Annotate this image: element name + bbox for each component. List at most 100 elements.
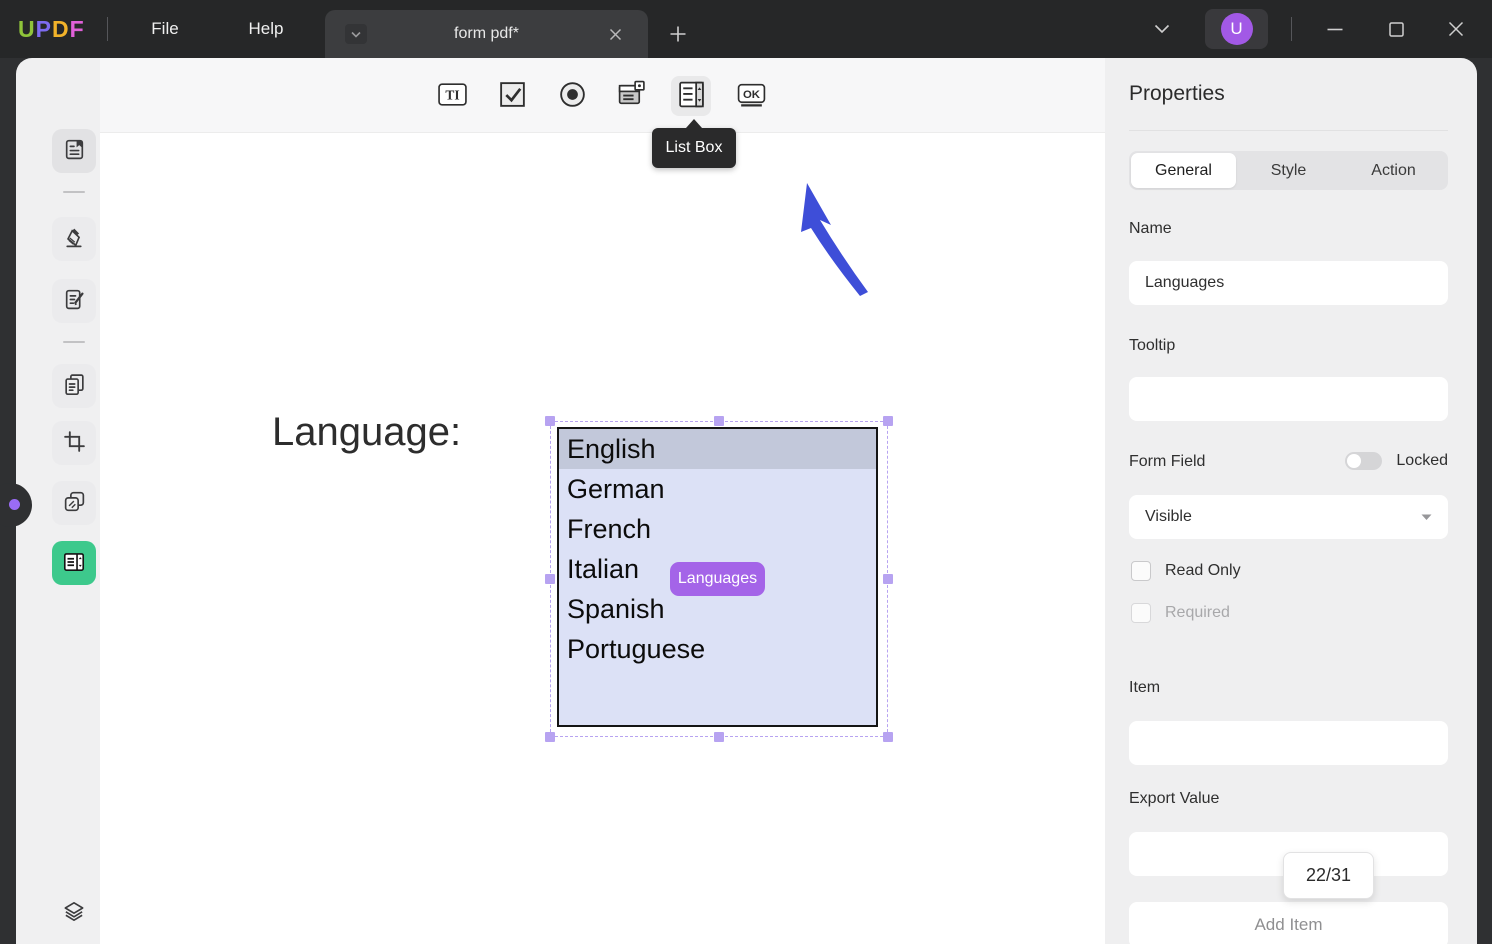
tab-close-icon[interactable]	[606, 25, 624, 43]
maximize-button[interactable]	[1382, 15, 1410, 43]
sidebar-divider	[63, 191, 85, 193]
properties-tabs: GeneralStyleAction	[1129, 151, 1448, 190]
new-tab-button[interactable]	[666, 22, 690, 46]
tab-general[interactable]: General	[1131, 153, 1236, 188]
properties-panel: Properties GeneralStyleAction Name Toolt…	[1105, 58, 1477, 944]
visibility-select[interactable]: Visible	[1129, 495, 1448, 539]
tooltip-input[interactable]	[1129, 377, 1448, 421]
radio-button-icon	[557, 79, 588, 113]
tab-action[interactable]: Action	[1341, 153, 1446, 188]
field-name-badge: Languages	[670, 562, 765, 596]
logo-letter: F	[70, 16, 85, 42]
locked-toggle[interactable]	[1345, 452, 1382, 470]
tooltip-label: Tooltip	[1129, 337, 1175, 355]
resize-handle-sw[interactable]	[545, 732, 555, 742]
avatar: U	[1221, 13, 1253, 45]
tool-text-field[interactable]: TI	[432, 76, 472, 116]
locked-toggle-knob	[1347, 454, 1361, 468]
reader-icon	[62, 137, 87, 165]
select-chevron-icon	[1421, 508, 1432, 526]
sidebar-item-ocr[interactable]	[52, 481, 96, 525]
combo-box-icon	[616, 79, 647, 113]
sidebar-divider	[63, 341, 85, 343]
text-field-icon: TI	[437, 79, 468, 113]
name-label: Name	[1129, 220, 1172, 238]
checkbox-label: Required	[1165, 604, 1230, 622]
listbox-tooltip: List Box	[652, 128, 736, 168]
edge-handle-dot	[9, 499, 20, 510]
logo-letter: P	[36, 16, 52, 42]
pages-icon	[62, 372, 87, 400]
resize-handle-ne[interactable]	[883, 416, 893, 426]
push-button-icon: OK	[736, 79, 767, 113]
document-tab[interactable]: form pdf*	[325, 10, 648, 58]
chevron-down-icon[interactable]	[1150, 20, 1174, 38]
sidebar-item-layers[interactable]	[52, 891, 96, 935]
tool-check-box[interactable]	[492, 76, 532, 116]
document-canvas: TI OK List Box Language: EnglishGermanFre…	[100, 58, 1105, 944]
resize-handle-s[interactable]	[714, 732, 724, 742]
listbox-option[interactable]: French	[559, 509, 876, 549]
sidebar-item-comment[interactable]	[52, 217, 96, 261]
resize-handle-w[interactable]	[545, 574, 555, 584]
titlebar: UPDF File Help form pdf* U	[0, 0, 1492, 58]
comment-icon	[62, 225, 87, 253]
ocr-icon	[62, 489, 87, 517]
checkbox-label: Read Only	[1165, 562, 1241, 580]
close-button[interactable]	[1442, 15, 1470, 43]
sidebar-item-reader[interactable]	[52, 129, 96, 173]
menu-help[interactable]: Help	[236, 0, 296, 58]
name-input[interactable]	[1129, 261, 1448, 305]
resize-handle-e[interactable]	[883, 574, 893, 584]
titlebar-separator	[107, 17, 108, 41]
account-button[interactable]: U	[1205, 9, 1268, 49]
svg-text:TI: TI	[445, 88, 459, 103]
check-box-icon	[497, 79, 528, 113]
tab-style[interactable]: Style	[1236, 153, 1341, 188]
export-value-label: Export Value	[1129, 790, 1219, 808]
tool-push-button[interactable]: OK	[731, 76, 771, 116]
crop-icon	[62, 429, 87, 457]
add-item-button[interactable]: Add Item	[1129, 902, 1448, 944]
logo-letter: U	[18, 16, 36, 42]
checkbox-box[interactable]	[1131, 561, 1151, 581]
logo-letter: D	[52, 16, 70, 42]
sidebar-item-form[interactable]	[52, 541, 96, 585]
resize-handle-nw[interactable]	[545, 416, 555, 426]
resize-handle-n[interactable]	[714, 416, 724, 426]
sidebar-item-pages[interactable]	[52, 364, 96, 408]
resize-handle-se[interactable]	[883, 732, 893, 742]
tool-combo-box[interactable]	[611, 76, 651, 116]
sidebar-item-crop[interactable]	[52, 421, 96, 465]
panel-divider	[1129, 130, 1448, 131]
checkbox-read-only[interactable]: Read Only	[1131, 561, 1241, 581]
titlebar-separator-2	[1291, 17, 1292, 41]
form-icon	[61, 549, 87, 578]
sidebar-item-edit[interactable]	[52, 279, 96, 323]
edit-icon	[62, 287, 87, 315]
menu-file[interactable]: File	[135, 0, 195, 58]
checkbox-required: Required	[1131, 603, 1230, 623]
checkbox-box	[1131, 603, 1151, 623]
form-field-toolbar: TI OK	[100, 58, 1105, 133]
tab-title: form pdf*	[325, 25, 648, 43]
annotation-arrow	[688, 178, 878, 363]
tool-list-box[interactable]	[671, 76, 711, 116]
page-indicator: 22/31	[1283, 852, 1374, 899]
list-box-icon	[676, 79, 707, 113]
listbox-option[interactable]: German	[559, 469, 876, 509]
svg-text:OK: OK	[742, 89, 760, 101]
visibility-value: Visible	[1145, 508, 1192, 526]
item-input[interactable]	[1129, 721, 1448, 765]
app-logo: UPDF	[18, 16, 85, 43]
minimize-button[interactable]	[1321, 15, 1349, 43]
layers-icon	[61, 899, 87, 928]
panel-title: Properties	[1129, 82, 1225, 106]
tool-radio-button[interactable]	[552, 76, 592, 116]
listbox-option[interactable]: Portuguese	[559, 629, 876, 669]
listbox-option[interactable]: English	[559, 429, 876, 469]
form-field-label: Form Field	[1129, 453, 1205, 471]
item-label: Item	[1129, 679, 1160, 697]
locked-label: Locked	[1396, 452, 1448, 470]
page-text-language-label: Language:	[272, 410, 461, 455]
